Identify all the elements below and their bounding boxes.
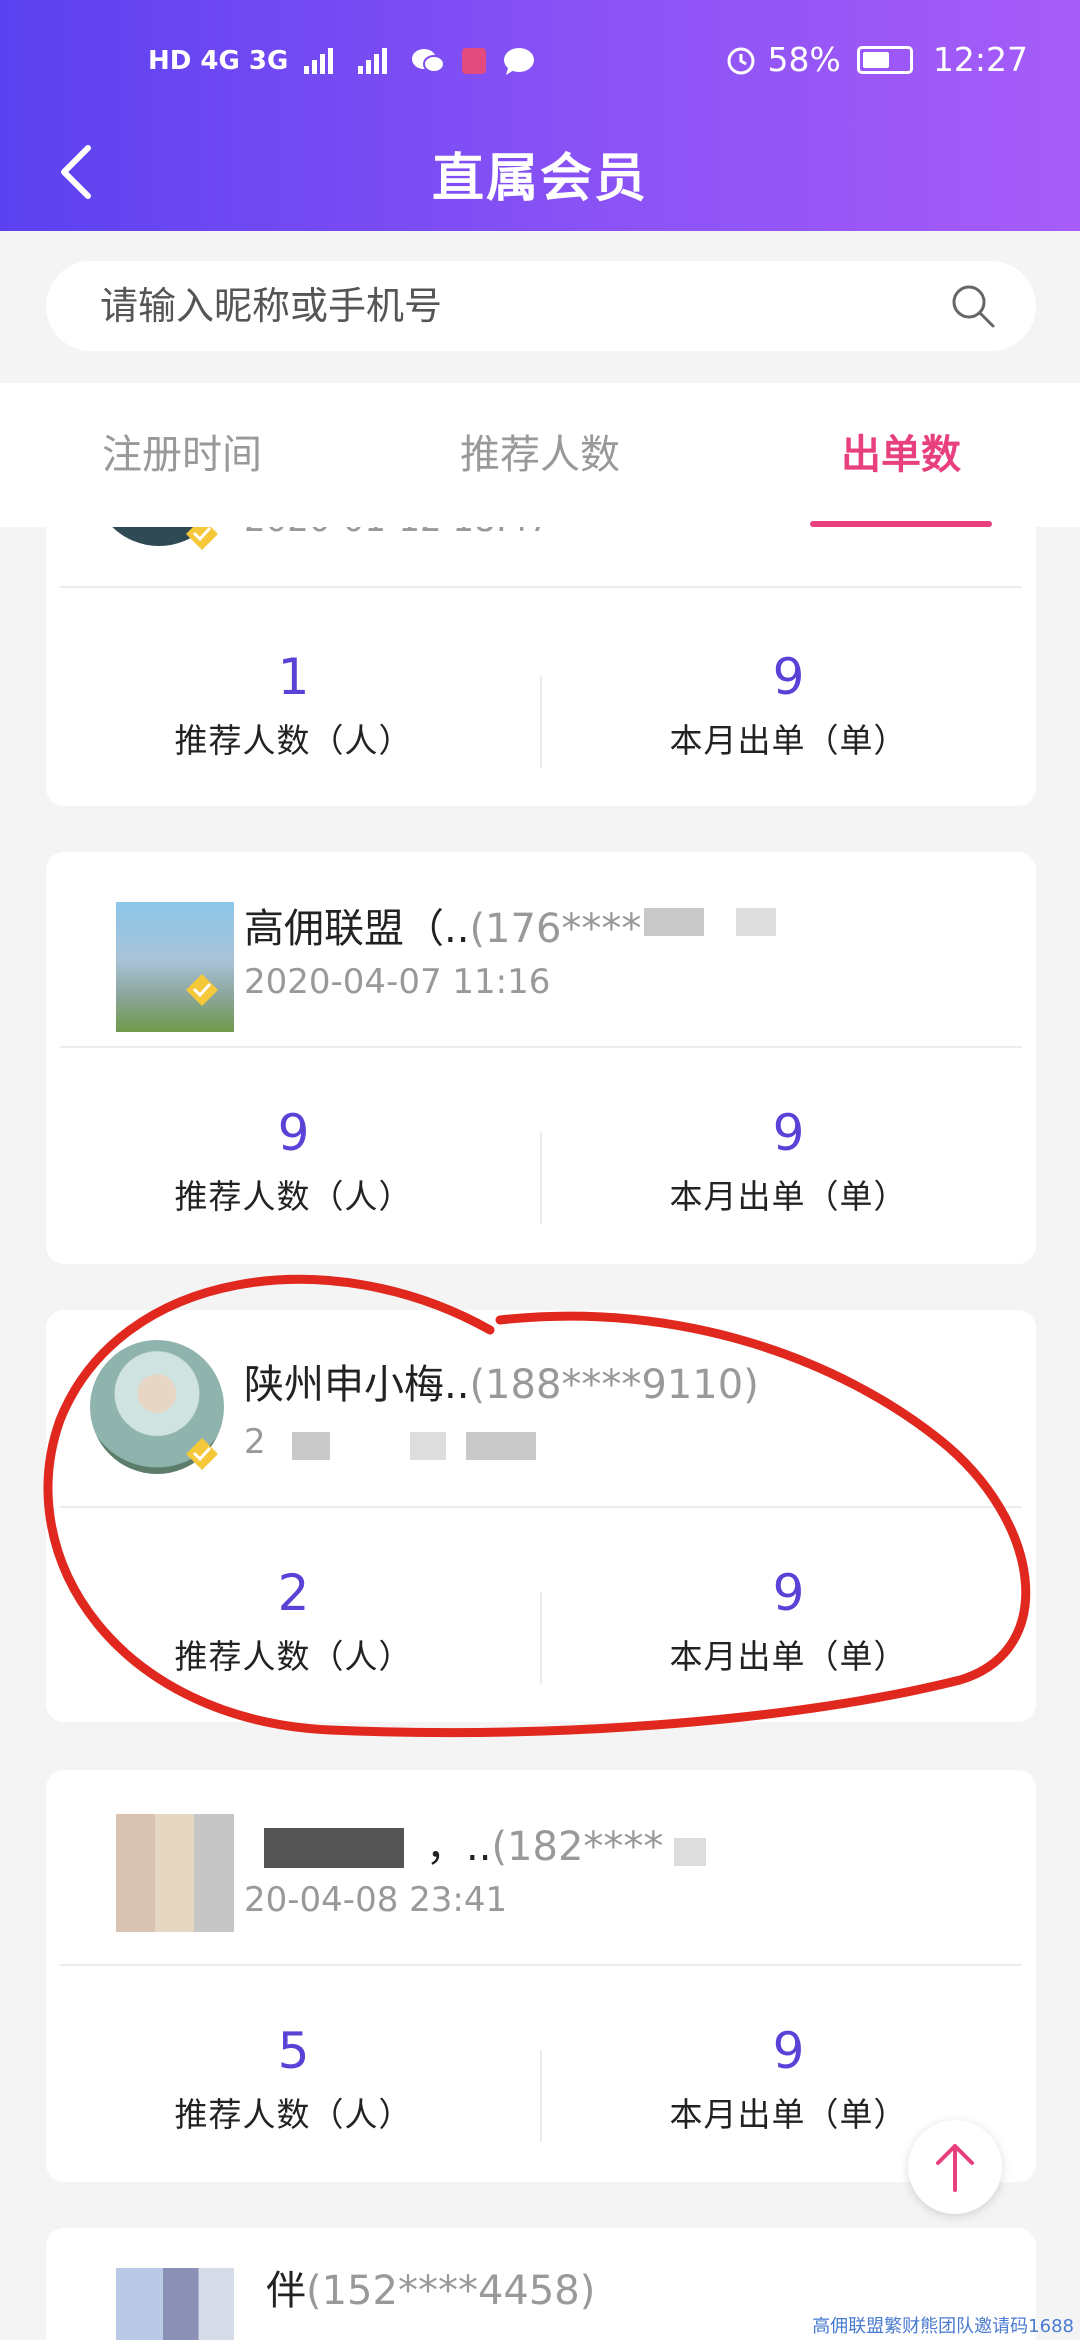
member-name: 伴(152****4458) — [266, 2258, 595, 2316]
monthly-orders-stat: 9 本月出单（单） — [541, 1098, 1036, 1222]
status-bar: HD 4G 3G 58% 12:27 — [0, 40, 1080, 96]
referrals-label: 推荐人数（人） — [174, 2095, 413, 2134]
monthly-orders-label: 本月出单（单） — [669, 1637, 908, 1676]
member-nickname: 陕州申小梅.. — [244, 1362, 470, 1408]
battery-percent: 58% — [767, 40, 841, 79]
member-register-date: 2020-04-07 11:16 — [244, 962, 551, 1002]
monthly-orders-label: 本月出单（单） — [669, 721, 908, 760]
member-name: 陕州申小梅..(188****9110) — [244, 1352, 759, 1410]
vip-badge-icon — [186, 974, 218, 1006]
app-notification-icon — [462, 48, 487, 74]
referrals-count: 9 — [277, 1104, 310, 1162]
monthly-orders-label: 本月出单（单） — [669, 1177, 908, 1216]
monthly-orders-stat: 9 本月出单（单） — [541, 642, 1036, 766]
app-header: HD 4G 3G 58% 12:27 直属会员 — [0, 0, 1080, 231]
divider — [60, 1506, 1022, 1508]
monthly-orders-count: 9 — [772, 2022, 805, 2080]
clock: 12:27 — [932, 40, 1028, 79]
redacted-block — [674, 1838, 706, 1866]
member-stats: 1 推荐人数（人） 9 本月出单（单） — [46, 642, 1036, 806]
status-right: 58% 12:27 — [724, 40, 1028, 79]
member-name: ，..(182**** — [426, 1814, 663, 1872]
redacted-block — [264, 1828, 404, 1868]
redacted-block — [736, 908, 776, 936]
member-phone: (152****4458) — [306, 2268, 596, 2314]
member-nickname: 伴 — [266, 2268, 306, 2314]
tab-order-count[interactable]: 出单数 — [810, 383, 992, 527]
search-box — [46, 261, 1036, 351]
monthly-orders-count: 9 — [772, 1104, 805, 1162]
referrals-count: 1 — [277, 648, 310, 706]
member-stats: 2 推荐人数（人） 9 本月出单（单） — [46, 1558, 1036, 1722]
watermark: 高佣联盟繁财熊团队邀请码1688 — [812, 2316, 1074, 2337]
search-bar — [0, 231, 1080, 383]
avatar — [116, 1814, 234, 1932]
message-icon — [504, 48, 535, 75]
referrals-stat: 5 推荐人数（人） — [46, 2016, 541, 2140]
arrow-up-icon — [936, 2144, 974, 2192]
sort-tabs: 注册时间 推荐人数 出单数 — [0, 383, 1080, 527]
referrals-stat: 9 推荐人数（人） — [46, 1098, 541, 1222]
referrals-stat: 2 推荐人数（人） — [46, 1558, 541, 1682]
member-register-date: 20-04-08 23:41 — [244, 1880, 508, 1920]
redacted-block — [644, 908, 704, 936]
member-card[interactable]: ，..(182**** 20-04-08 23:41 5 推荐人数（人） 9 本… — [46, 1770, 1036, 2182]
status-indicators: HD 4G 3G — [148, 46, 536, 76]
member-phone: (182**** — [491, 1824, 664, 1870]
member-phone: (188****9110) — [469, 1362, 759, 1408]
alarm-icon — [727, 47, 755, 74]
tab-referral-count[interactable]: 推荐人数 — [406, 383, 674, 527]
wechat-icon — [412, 49, 446, 73]
member-nickname: ，.. — [426, 1824, 492, 1870]
divider — [60, 1046, 1022, 1048]
member-stats: 9 推荐人数（人） 9 本月出单（单） — [46, 1098, 1036, 1264]
signal-icon — [304, 48, 334, 74]
member-name: 高佣联盟（..(176**** — [244, 896, 641, 954]
active-tab-indicator — [810, 521, 992, 527]
member-card[interactable]: 高佣联盟（..(176**** 2020-04-07 11:16 9 推荐人数（… — [46, 852, 1036, 1264]
avatar — [116, 2268, 234, 2340]
referrals-count: 5 — [277, 2022, 310, 2080]
page-title: 直属会员 — [431, 149, 648, 209]
avatar — [116, 902, 234, 1032]
member-phone: (176**** — [469, 906, 642, 952]
member-card[interactable]: 陕州申小梅..(188****9110) 2 2 推荐人数（人） 9 本月出单（… — [46, 1310, 1036, 1722]
member-register-date: 2 — [244, 1422, 266, 1462]
referrals-label: 推荐人数（人） — [174, 1177, 413, 1216]
monthly-orders-stat: 9 本月出单（单） — [541, 1558, 1036, 1682]
member-nickname: 高佣联盟（.. — [244, 906, 470, 952]
divider — [60, 1964, 1022, 1966]
redacted-block — [410, 1432, 446, 1460]
referrals-label: 推荐人数（人） — [174, 1637, 413, 1676]
scroll-to-top-button[interactable] — [908, 2120, 1002, 2214]
search-input[interactable] — [100, 261, 940, 351]
nav-bar: 直属会员 — [0, 128, 1080, 214]
referrals-count: 2 — [277, 1564, 310, 1622]
member-stats: 5 推荐人数（人） 9 本月出单（单） — [46, 2016, 1036, 2182]
vip-badge-icon — [186, 1438, 218, 1470]
network-indicators: HD 4G 3G — [148, 46, 289, 76]
battery-icon — [856, 45, 913, 74]
redacted-block — [466, 1432, 536, 1460]
referrals-stat: 1 推荐人数（人） — [46, 642, 541, 766]
divider — [60, 586, 1022, 588]
tab-register-time[interactable]: 注册时间 — [48, 383, 316, 527]
monthly-orders-count: 9 — [772, 1564, 805, 1622]
signal-icon — [358, 48, 388, 74]
monthly-orders-count: 9 — [772, 648, 805, 706]
redacted-block — [292, 1432, 330, 1460]
referrals-label: 推荐人数（人） — [174, 721, 413, 760]
search-icon[interactable] — [948, 281, 998, 331]
